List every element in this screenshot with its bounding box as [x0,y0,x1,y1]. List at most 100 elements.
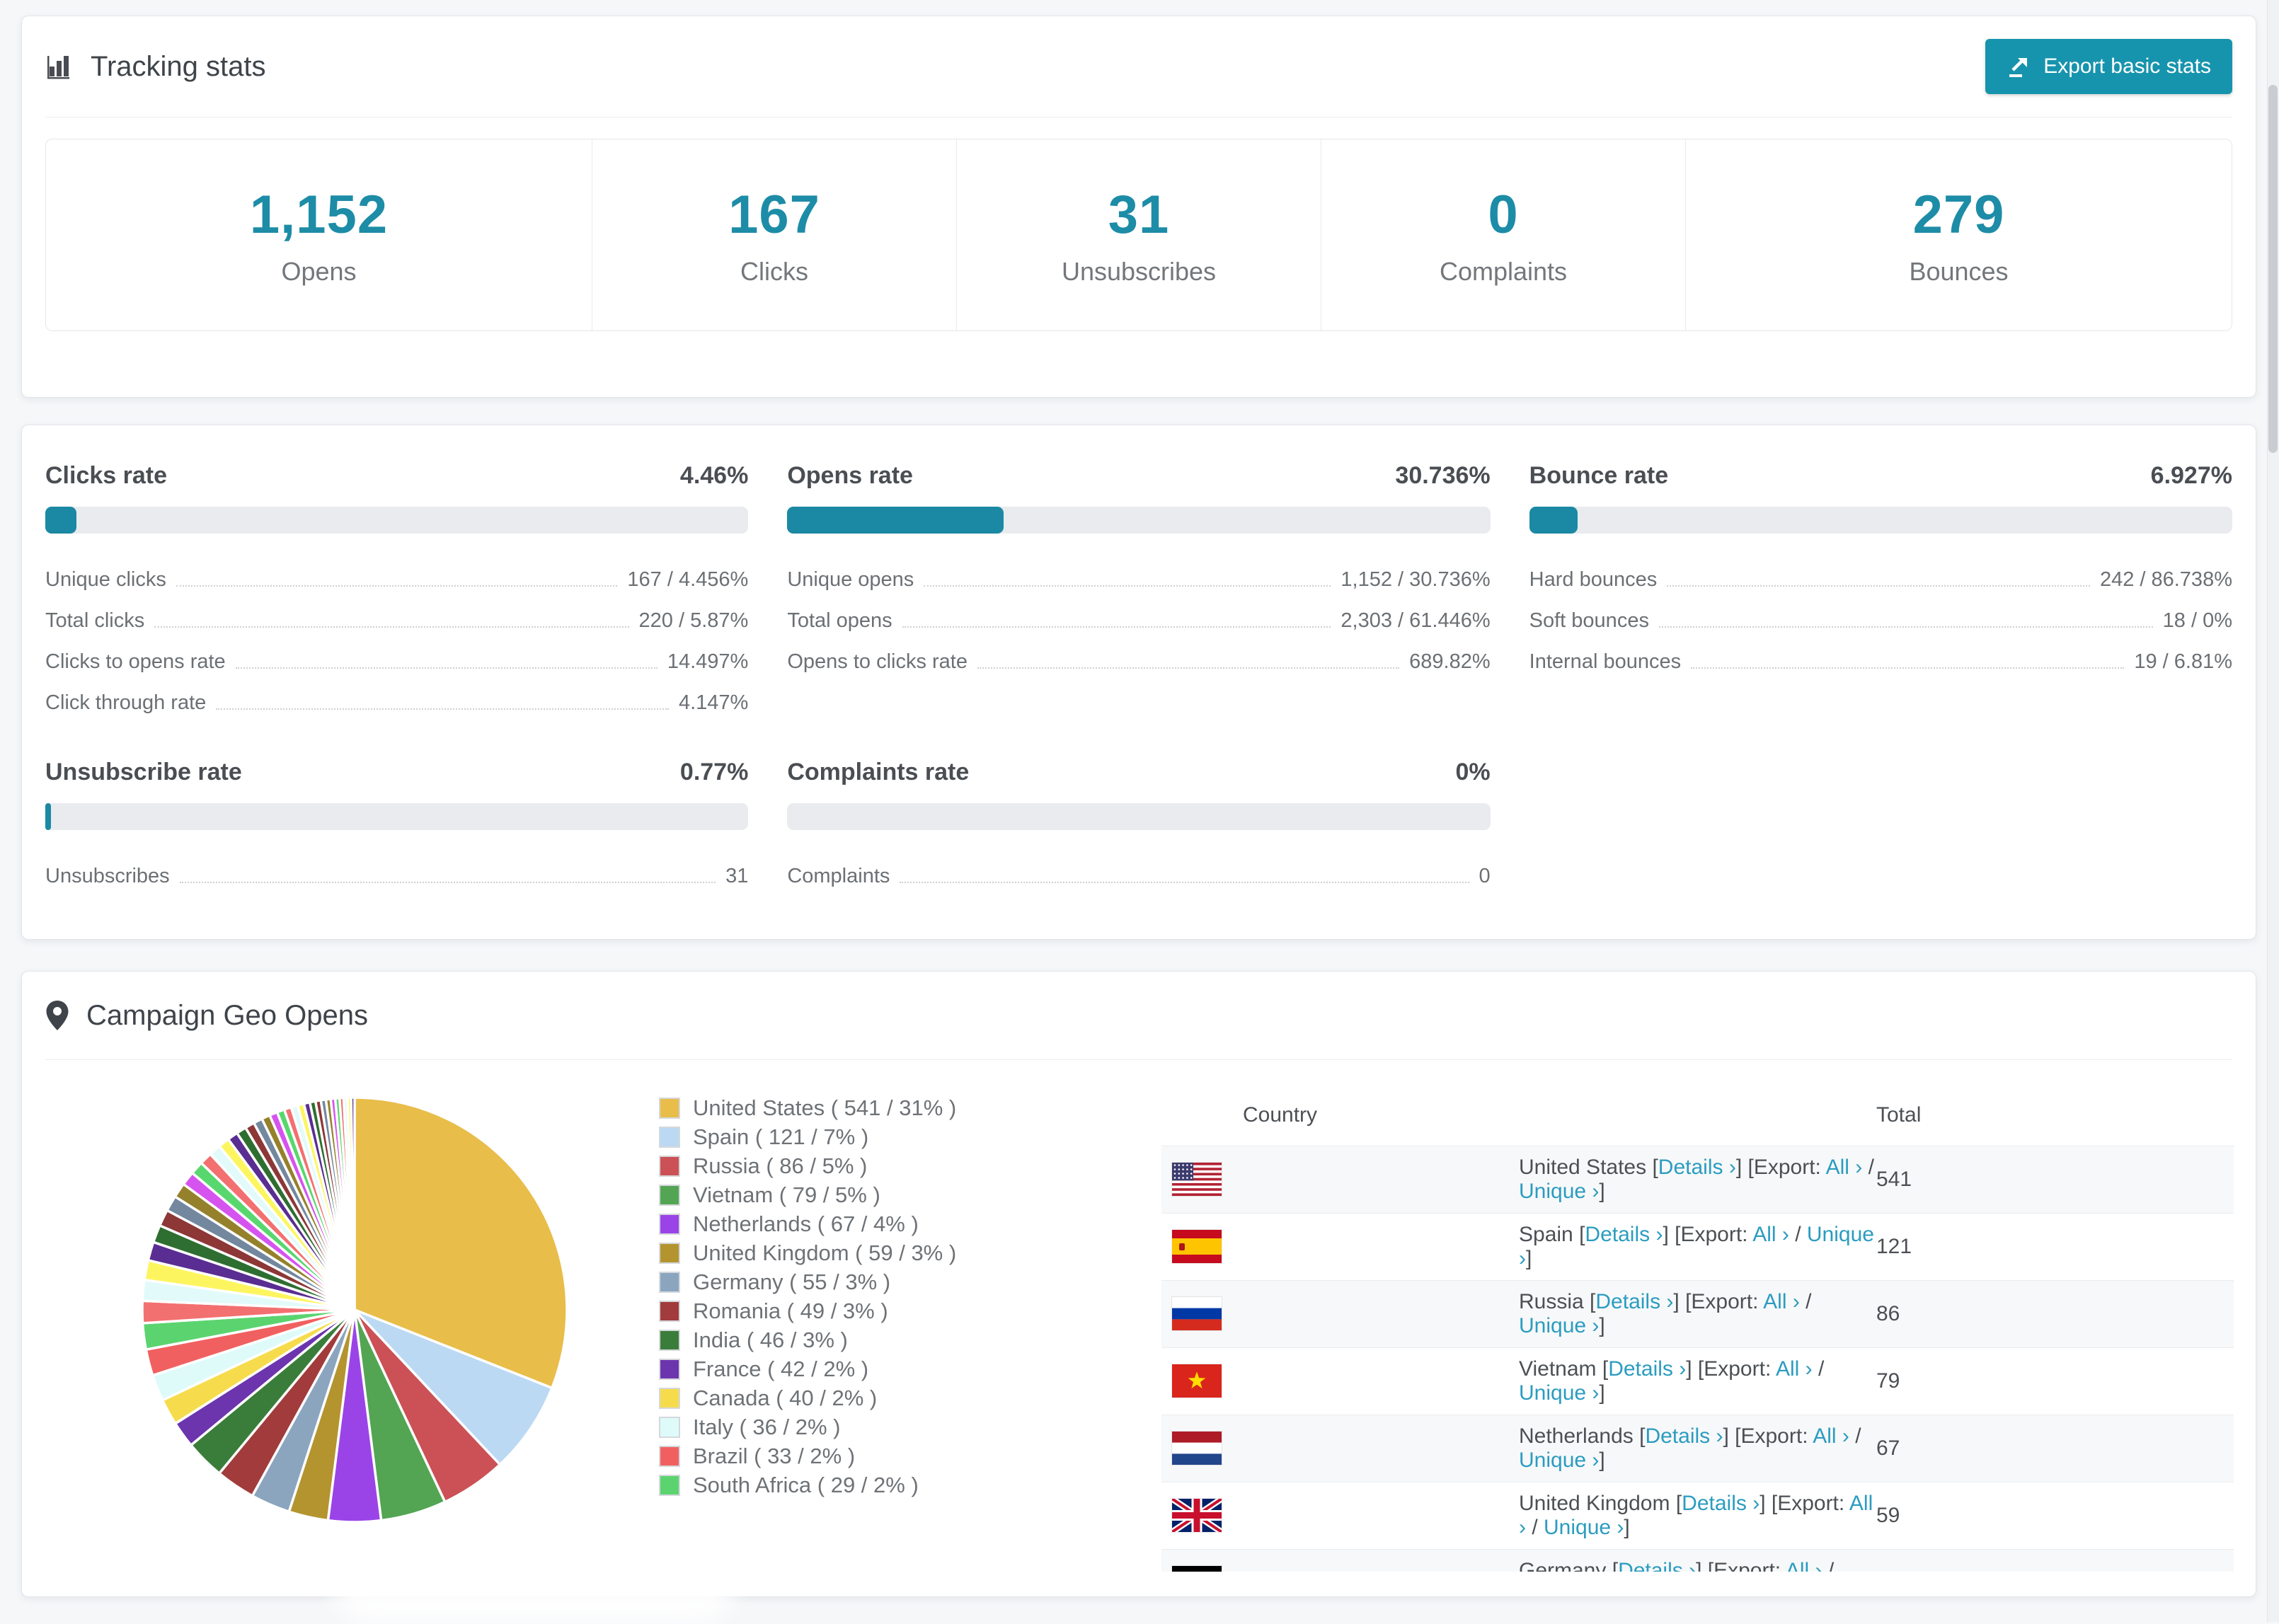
legend-swatch [659,1330,680,1351]
rate-detail-row: Click through rate 4.147% [45,674,748,715]
dotted-leader [977,667,1399,669]
stat-tile-opens: 1,152 Opens [46,139,592,330]
stat-value: 1,152 [250,184,388,246]
export-all-link[interactable]: All › [1813,1424,1849,1448]
details-link[interactable]: Details › [1658,1156,1736,1179]
rate-progress-track [1529,507,2232,534]
geo-pie-chart [128,1083,581,1536]
country-cell: United Kingdom [Details ›] [Export: All … [1519,1482,1876,1549]
legend-item: South Africa ( 29 / 2% ) [659,1470,956,1499]
dotted-leader [924,585,1331,587]
geo-table-row-united-kingdom: United Kingdom [Details ›] [Export: All … [1161,1482,2234,1549]
export-all-link[interactable]: All › [1776,1357,1813,1381]
legend-label: India ( 46 / 3% ) [693,1328,848,1353]
country-cell: Germany [Details ›] [Export: All › / Uni… [1519,1549,1876,1572]
export-unique-link[interactable]: Unique › [1544,1516,1624,1539]
detail-label: Internal bounces [1529,650,1681,674]
scrollbar-thumb[interactable] [2268,85,2278,453]
legend-label: Romania ( 49 / 3% ) [693,1298,888,1324]
country-total: 59 [1876,1482,2234,1549]
export-unique-link[interactable]: Unique › [1519,1381,1599,1405]
scrollbar-track[interactable] [2267,0,2279,1622]
country-name: Netherlands [1519,1424,1634,1448]
rates-row-bottom: Unsubscribe rate 0.77% Unsubscribes 31 C… [45,759,2232,888]
export-unique-link[interactable]: Unique › [1519,1314,1599,1337]
legend-label: Russia ( 86 / 5% ) [693,1153,867,1179]
export-all-link[interactable]: All › [1763,1290,1800,1313]
geo-table-row-vietnam: Vietnam [Details ›] [Export: All › / Uni… [1161,1347,2234,1415]
flag-gb-icon [1172,1499,1222,1532]
legend-label: South Africa ( 29 / 2% ) [693,1473,919,1498]
legend-item: France ( 42 / 2% ) [659,1354,956,1383]
country-total: 86 [1876,1280,2234,1347]
rate-block-opens-rate: Opens rate 30.736% Unique opens 1,152 / … [787,462,1490,715]
export-all-link[interactable]: All › [1786,1559,1822,1572]
detail-value: 18 / 0% [2163,609,2232,633]
geo-table-wrap: Country Total United States [Details ›] … [1161,1085,2234,1572]
legend-swatch [659,1214,680,1235]
legend-label: United Kingdom ( 59 / 3% ) [693,1240,956,1266]
legend-label: Italy ( 36 / 2% ) [693,1415,840,1440]
detail-label: Unique opens [787,568,914,592]
legend-swatch [659,1243,680,1264]
legend-label: Vietnam ( 79 / 5% ) [693,1182,880,1208]
detail-value: 4.147% [679,691,748,715]
country-cell: Vietnam [Details ›] [Export: All › / Uni… [1519,1347,1876,1415]
country-name: United States [1519,1156,1646,1179]
rate-detail-row: Total opens 2,303 / 61.446% [787,592,1490,633]
column-header-country: Country [1161,1085,1876,1146]
export-all-link[interactable]: All › [1826,1156,1863,1179]
blurred-region [333,1546,736,1624]
detail-label: Unique clicks [45,568,166,592]
country-name: Germany [1519,1559,1606,1572]
legend-label: Germany ( 55 / 3% ) [693,1269,890,1295]
rate-progress-track [45,803,748,830]
details-link[interactable]: Details › [1595,1290,1673,1313]
country-flag-cell [1161,1482,1519,1549]
legend-item: Brazil ( 33 / 2% ) [659,1441,956,1470]
export-unique-link[interactable]: Unique › [1519,1449,1599,1472]
country-total: 55 [1876,1549,2234,1572]
details-link[interactable]: Details › [1618,1559,1696,1572]
legend-label: United States ( 541 / 31% ) [693,1095,956,1121]
export-all-link[interactable]: All › [1752,1223,1789,1246]
details-link[interactable]: Details › [1682,1492,1760,1515]
legend-item: Russia ( 86 / 5% ) [659,1151,956,1180]
rate-progress-fill [787,507,1003,534]
legend-swatch [659,1446,680,1467]
rate-detail-row: Unique opens 1,152 / 30.736% [787,551,1490,592]
page-title: Tracking stats [45,51,265,83]
stat-label: Bounces [1909,257,2008,287]
detail-label: Total opens [787,609,892,633]
rate-block-unsubscribe-rate: Unsubscribe rate 0.77% Unsubscribes 31 [45,759,748,888]
rate-title: Complaints rate [787,759,969,786]
legend-item: India ( 46 / 3% ) [659,1325,956,1354]
legend-label: Netherlands ( 67 / 4% ) [693,1211,919,1237]
detail-value: 689.82% [1409,650,1491,674]
stat-label: Complaints [1440,257,1567,287]
stat-tile-complaints: 0 Complaints [1321,139,1686,330]
export-unique-link[interactable]: Unique › [1519,1180,1599,1203]
export-basic-stats-button[interactable]: Export basic stats [1985,39,2232,94]
export-icon [2007,54,2031,79]
rate-head: Complaints rate 0% [787,759,1490,786]
country-name: United Kingdom [1519,1492,1670,1515]
rate-progress-track [787,507,1490,534]
rate-detail-row: Soft bounces 18 / 0% [1529,592,2232,633]
detail-value: 242 / 86.738% [2100,568,2232,592]
flag-vn-icon [1172,1364,1222,1398]
rate-block-bounce-rate: Bounce rate 6.927% Hard bounces 242 / 86… [1529,462,2232,715]
details-link[interactable]: Details › [1608,1357,1686,1381]
dotted-leader [180,882,716,883]
legend-item: Spain ( 121 / 7% ) [659,1122,956,1151]
rate-detail-row: Clicks to opens rate 14.497% [45,633,748,674]
details-link[interactable]: Details › [1645,1424,1723,1448]
dotted-leader [1659,626,2153,628]
country-cell: Netherlands [Details ›] [Export: All › /… [1519,1415,1876,1482]
geo-table-row-united-states: United States [Details ›] [Export: All ›… [1161,1146,2234,1213]
rate-progress-fill [1529,507,1578,534]
details-link[interactable]: Details › [1585,1223,1663,1246]
rate-block-clicks-rate: Clicks rate 4.46% Unique clicks 167 / 4.… [45,462,748,715]
rate-progress-fill [45,507,76,534]
rate-title: Bounce rate [1529,462,1669,490]
